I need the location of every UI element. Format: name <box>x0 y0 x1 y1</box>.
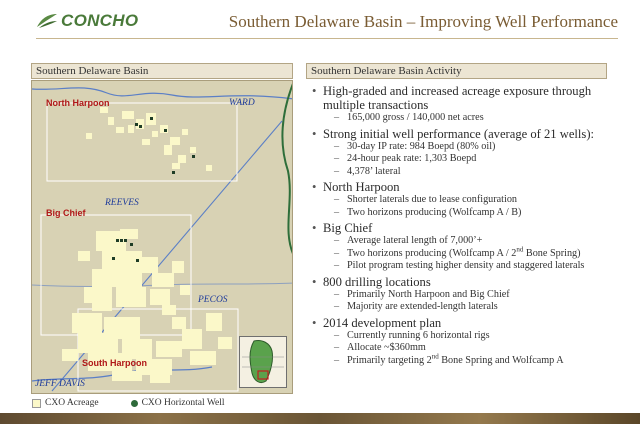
sub-bullet: 4,378’ lateral <box>312 166 612 179</box>
sub-bullet: Pilot program testing higher density and… <box>312 260 612 273</box>
sub-bullet: Currently running 6 horizontal rigs <box>312 330 612 343</box>
sub-text: Bone Spring) <box>523 247 581 259</box>
label-jeff-davis: JEFF DAVIS <box>35 379 85 389</box>
logo-text: CONCHO <box>61 11 139 30</box>
label-north-harpoon: North Harpoon <box>46 98 110 108</box>
sub-bullet: Two horizons producing (Wolfcamp A / B) <box>312 207 612 220</box>
sub-bullet: 30-day IP rate: 984 Boepd (80% oil) <box>312 141 612 154</box>
acreage-swatch <box>32 398 41 408</box>
activity-panel-heading: Southern Delaware Basin Activity <box>306 63 607 79</box>
sub-bullet: Average lateral length of 7,000’+ <box>312 235 612 248</box>
horizontal-wells <box>112 117 195 262</box>
sub-text: Bone Spring and Wolfcamp A <box>438 354 564 366</box>
map-panel-heading: Southern Delaware Basin <box>31 63 293 79</box>
concho-logo: CONCHO <box>36 10 146 32</box>
footer-photo-strip <box>0 413 640 424</box>
bullet-development-plan: 2014 development plan <box>312 316 612 330</box>
texas-inset-map <box>239 336 287 388</box>
bullet-big-chief: Big Chief <box>312 221 612 235</box>
basin-map: North Harpoon WARD Big Chief REEVES PECO… <box>31 80 293 394</box>
label-south-harpoon: South Harpoon <box>82 358 147 368</box>
bullet-well-performance: Strong initial well performance (average… <box>312 127 612 141</box>
legend-wells-label: CXO Horizontal Well <box>141 398 225 408</box>
bullet-drilling-locations: 800 drilling locations <box>312 275 612 289</box>
inset-graphic <box>242 340 284 384</box>
activity-list: High-graded and increased acreage exposu… <box>312 82 612 368</box>
sub-bullet: Majority are extended-length laterals <box>312 301 612 314</box>
legend-acreage-label: CXO Acreage <box>45 398 99 408</box>
slide-title: Southern Delaware Basin – Improving Well… <box>228 12 618 31</box>
bullet-acreage: High-graded and increased acreage exposu… <box>312 84 612 112</box>
sub-bullet: Primarily North Harpoon and Big Chief <box>312 289 612 302</box>
sub-bullet: Primarily targeting 2nd Bone Spring and … <box>312 352 612 368</box>
sub-bullet: Two horizons producing (Wolfcamp A / 2nd… <box>312 246 612 261</box>
sub-text: Primarily targeting 2 <box>347 354 432 366</box>
well-dot-icon <box>130 399 138 407</box>
label-pecos: PECOS <box>198 295 228 305</box>
ordinal-suffix: nd <box>431 352 439 361</box>
map-legend: CXO Acreage CXO Horizontal Well <box>32 397 225 409</box>
sub-bullet: 24-hour peak rate: 1,303 Boepd <box>312 153 612 166</box>
label-ward: WARD <box>229 98 255 108</box>
sub-bullet: 165,000 gross / 140,000 net acres <box>312 112 612 125</box>
label-big-chief: Big Chief <box>46 208 86 218</box>
header-divider <box>36 38 618 39</box>
acreage-north-harpoon <box>86 107 212 171</box>
sub-bullet: Allocate ~$360mm <box>312 342 612 355</box>
pecos-river <box>281 83 292 254</box>
sub-text: Two horizons producing (Wolfcamp A / 2 <box>347 247 517 259</box>
sub-bullet: Shorter laterals due to lease configurat… <box>312 194 612 207</box>
acreage-south-harpoon <box>62 313 232 383</box>
acreage-big-chief <box>78 229 190 315</box>
label-reeves: REEVES <box>105 198 139 208</box>
concho-leaf-icon <box>37 14 57 28</box>
bullet-north-harpoon: North Harpoon <box>312 180 612 194</box>
